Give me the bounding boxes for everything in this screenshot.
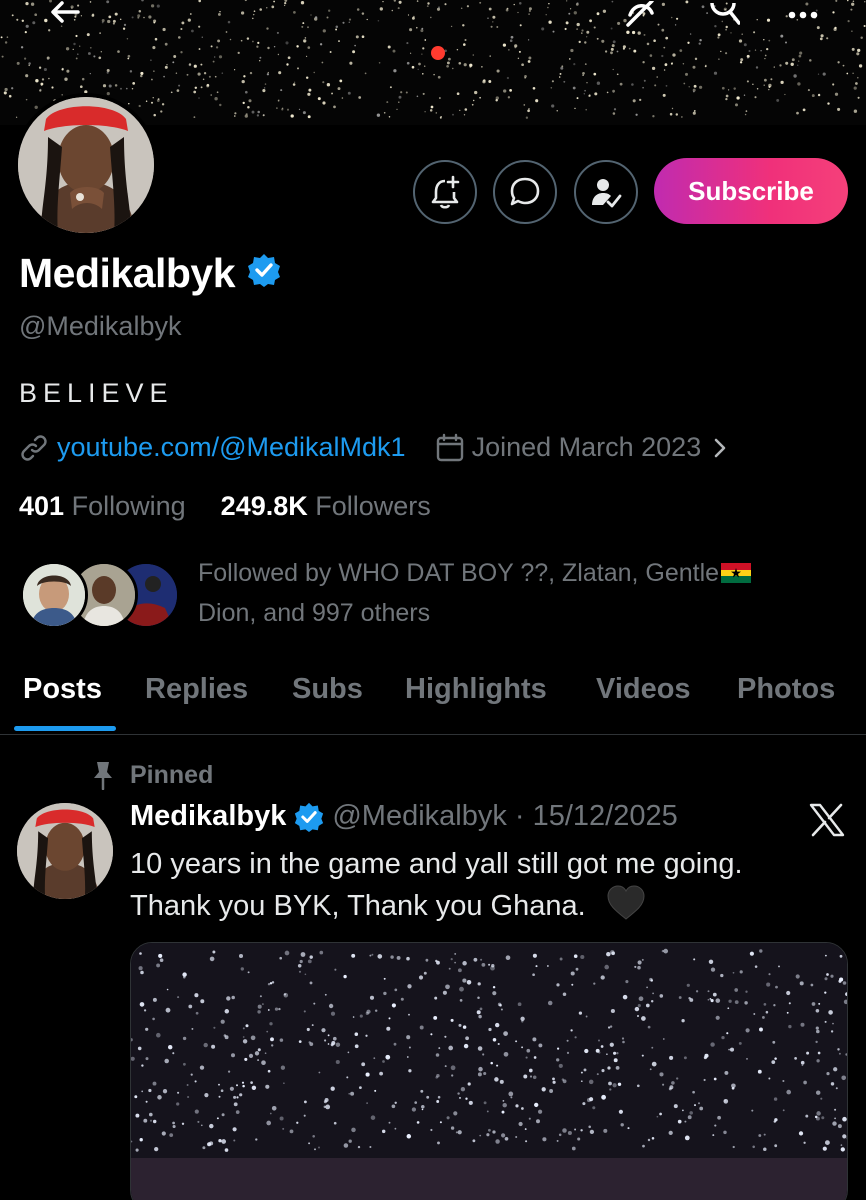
followers-label: Followers (315, 491, 431, 521)
post-media-image[interactable] (130, 942, 848, 1200)
concert-crowd-image (131, 943, 847, 1200)
verified-icon (248, 254, 281, 287)
followed-by-text[interactable]: Followed by WHO DAT BOY ??, Zlatan, Gent… (198, 553, 818, 633)
more-options-button[interactable] (775, 0, 830, 30)
post-platform-badge[interactable] (808, 803, 846, 842)
profile-tabs: Posts Replies Subs Highlights Videos Pho… (0, 665, 866, 735)
avatar-photo (18, 97, 154, 233)
profile-bio: BELIEVE (19, 378, 174, 408)
notification-plus-icon (431, 175, 460, 209)
ghana-flag-icon (721, 563, 752, 583)
pin-icon (85, 760, 120, 790)
notifications-button[interactable] (413, 160, 477, 224)
post-header: Medikalbyk @Medikalbyk · 15/12/2025 (130, 800, 678, 833)
pinned-label: Pinned (130, 760, 214, 789)
tab-photos[interactable]: Photos (737, 673, 835, 706)
following-link[interactable]: 401 Following (19, 491, 186, 521)
more-icon (788, 11, 817, 19)
back-button[interactable] (40, 0, 90, 30)
hide-banner-button[interactable] (615, 0, 665, 30)
followed-by-line-1: Followed by WHO DAT BOY ??, Zlatan, Gent… (198, 559, 720, 587)
subscribe-button[interactable]: Subscribe (654, 158, 848, 224)
following-button[interactable] (574, 160, 638, 224)
verified-icon (295, 802, 324, 832)
followed-by-line-2: Dion, and 997 others (198, 599, 431, 627)
tab-posts[interactable]: Posts (23, 673, 102, 706)
profile-avatar[interactable] (14, 93, 158, 237)
x-logo-icon (809, 803, 845, 837)
tab-subs[interactable]: Subs (292, 673, 363, 706)
search-button[interactable] (698, 0, 748, 30)
post-author-handle-date: @Medikalbyk · 15/12/2025 (332, 800, 678, 832)
chevron-right-icon (714, 438, 726, 457)
post-text-line-2: Thank you BYK, Thank you Ghana. (130, 890, 586, 922)
following-label: Following (71, 491, 186, 521)
website-link[interactable]: youtube.com/@MedikalMdk1 (57, 432, 406, 463)
followers-link[interactable]: 249.8K Followers (221, 491, 431, 521)
follow-check-icon (592, 179, 622, 208)
calendar-icon (436, 433, 463, 461)
message-button[interactable] (493, 160, 557, 224)
followed-by-avatars[interactable] (20, 561, 180, 631)
active-tab-indicator (14, 726, 116, 731)
follow-counts: 401 Following 249.8K Followers (19, 491, 431, 522)
tab-videos[interactable]: Videos (596, 673, 691, 706)
post-text: 10 years in the game and yall still got … (130, 843, 830, 933)
profile-handle: @Medikalbyk (19, 311, 182, 341)
hide-icon (626, 1, 654, 27)
link-icon (21, 434, 47, 461)
tab-highlights[interactable]: Highlights (405, 673, 547, 706)
following-count: 401 (19, 491, 65, 521)
black-heart-icon (606, 885, 646, 933)
joined-date[interactable]: Joined March 2023 (472, 432, 702, 463)
follower-avatar (20, 561, 88, 629)
followers-count: 249.8K (220, 491, 308, 521)
tab-replies[interactable]: Replies (145, 673, 248, 706)
message-icon (510, 177, 540, 206)
search-icon (710, 2, 740, 25)
profile-meta-row: youtube.com/@MedikalMdk1 Joined March 20… (19, 432, 727, 463)
post-author-avatar[interactable] (17, 803, 113, 899)
post-author-name[interactable]: Medikalbyk (130, 800, 286, 833)
display-name: Medikalbyk (19, 250, 236, 296)
post-text-line-1: 10 years in the game and yall still got … (130, 848, 743, 880)
back-arrow-icon (51, 1, 80, 23)
verified-badge[interactable] (247, 250, 281, 297)
pinned-label-row: Pinned (85, 760, 213, 790)
display-name-row: Medikalbyk (19, 250, 281, 297)
